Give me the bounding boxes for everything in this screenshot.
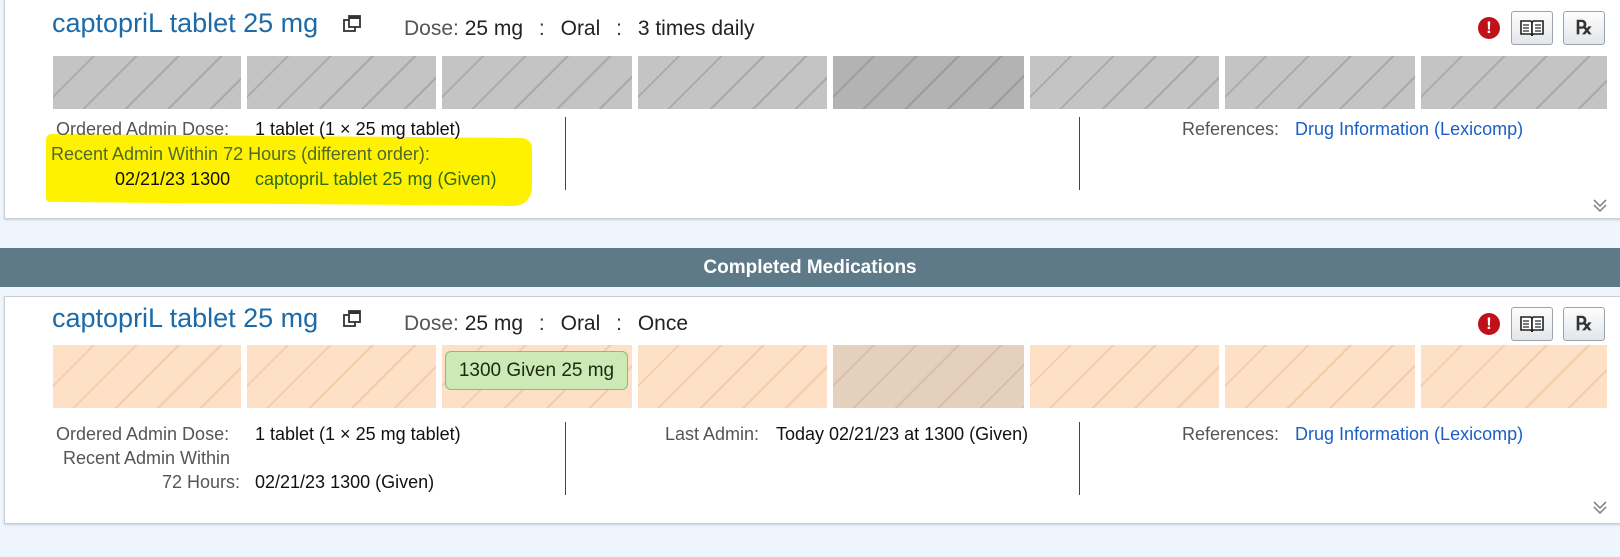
recent-admin-datetime: 02/21/23 1300 [115,169,231,189]
book-icon [1520,316,1544,333]
column-divider [565,117,566,190]
ordered-dose-label: Ordered Admin Dose: [56,424,230,444]
ordered-dose-value: 1 tablet (1 × 25 mg tablet) [255,119,461,139]
separator: : [538,312,545,335]
last-admin-label: Last Admin: [665,424,760,444]
ordered-dose-label: Ordered Admin Dose: [56,119,230,139]
ordered-dose-value: 1 tablet (1 × 25 mg tablet) [255,424,461,444]
time-slot[interactable] [638,345,827,408]
dose-label: Dose: [404,312,459,335]
recent-admin-label: Recent Admin Within 72 Hours (different … [51,144,430,164]
external-link-icon[interactable] [342,14,362,34]
time-slot[interactable] [247,56,436,109]
recent-admin-label: Recent Admin Within [63,448,231,468]
rx-button[interactable]: ℞ [1563,307,1605,341]
double-chevron-down-icon[interactable] [1592,197,1608,213]
time-slot[interactable] [53,56,241,109]
alert-icon[interactable]: ! [1478,17,1500,39]
frequency: Once [637,312,689,335]
given-administration-chip[interactable]: 1300 Given 25 mg [445,351,628,390]
time-slot[interactable] [247,345,436,408]
time-slot-current[interactable] [833,345,1024,408]
section-header: Completed Medications [0,248,1620,287]
route: Oral [560,17,601,40]
column-divider [1079,422,1080,495]
time-slot[interactable] [53,345,241,408]
time-slot-current[interactable] [833,56,1024,109]
time-slot[interactable] [442,56,632,109]
double-chevron-down-icon[interactable] [1592,499,1608,515]
medication-title[interactable]: captopriL tablet 25 mg [52,303,318,334]
last-admin-value: Today 02/21/23 at 1300 (Given) [776,424,1029,444]
medication-title[interactable]: captopriL tablet 25 mg [52,8,318,39]
references-label: References: [1182,424,1280,444]
column-divider [565,422,566,495]
column-divider [1079,117,1080,190]
dose-label: Dose: [404,17,459,40]
separator: : [616,17,622,40]
dose-line: Dose: 25 mg : Oral : Once [404,312,688,336]
time-slot[interactable] [638,56,827,109]
recent-admin-label-line2: 72 Hours: [162,472,241,492]
time-slot[interactable] [1225,56,1415,109]
drug-info-button[interactable] [1511,307,1553,341]
book-icon [1520,20,1544,37]
time-slot[interactable] [1421,56,1607,109]
references-link[interactable]: Drug Information (Lexicomp) [1295,119,1523,140]
separator: : [616,312,622,335]
references-label: References: [1182,119,1280,139]
separator: : [538,17,545,40]
time-slot[interactable] [1030,345,1219,408]
frequency: 3 times daily [637,17,755,40]
time-slot[interactable] [1030,56,1219,109]
time-slot[interactable] [1421,345,1607,408]
recent-admin-medication: captopriL tablet 25 mg (Given) [255,169,497,189]
rx-button[interactable]: ℞ [1563,11,1605,45]
dose-line: Dose: 25 mg : Oral : 3 times daily [404,17,755,41]
rx-icon: ℞ [1575,17,1593,39]
references-link[interactable]: Drug Information (Lexicomp) [1295,424,1523,445]
rx-icon: ℞ [1575,313,1593,335]
dose-value: 25 mg [464,312,524,335]
external-link-icon[interactable] [342,309,362,329]
drug-info-button[interactable] [1511,11,1553,45]
dose-value: 25 mg [464,17,524,40]
recent-admin-value: 02/21/23 1300 (Given) [255,472,435,492]
time-slot[interactable] [1225,345,1415,408]
alert-icon[interactable]: ! [1478,313,1500,335]
route: Oral [560,312,601,335]
